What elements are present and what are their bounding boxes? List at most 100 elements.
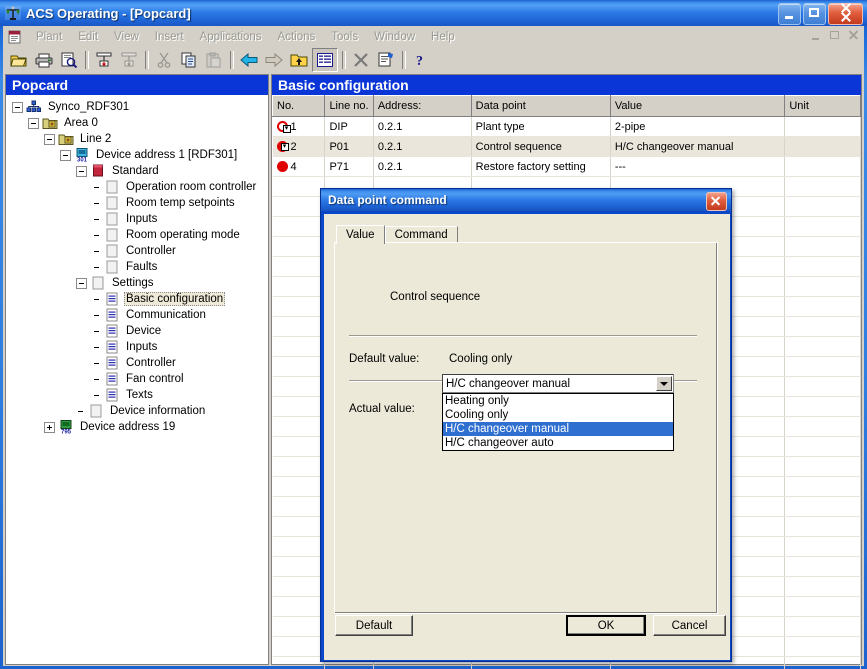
dialog-close-button[interactable]: [706, 192, 727, 211]
tree-expander-minus-icon[interactable]: [28, 117, 39, 129]
table-row[interactable]: ▾ 1 DIP 0.2.1 Plant type 2-pipe: [272, 116, 861, 137]
tree-expander-minus-icon[interactable]: [12, 101, 23, 113]
tree-expander-empty: [92, 231, 101, 240]
tree-node[interactable]: Settings: [6, 275, 268, 291]
back-icon[interactable]: [237, 49, 261, 71]
column-header-address[interactable]: Address:: [372, 95, 472, 117]
column-header-value[interactable]: Value: [609, 95, 786, 117]
help-icon[interactable]: ?: [409, 49, 433, 71]
tab-command[interactable]: Command: [384, 226, 458, 243]
tree-node[interactable]: Communication: [6, 307, 268, 323]
tree-node[interactable]: Controller: [6, 355, 268, 371]
navigation-tree[interactable]: Synco_RDF301 Area 0 Line 2 301 Device addres…: [6, 95, 268, 436]
menu-window[interactable]: Window: [366, 29, 423, 45]
datapoint-page-icon: [104, 292, 120, 306]
cell-line-no: P71: [324, 156, 374, 177]
cell-empty: [272, 316, 326, 337]
cell-empty: [784, 416, 861, 437]
properties-icon[interactable]: [374, 49, 398, 71]
column-header-unit[interactable]: Unit: [784, 95, 861, 117]
status-marker-solid-icon: ▾: [276, 140, 289, 152]
tree-node[interactable]: Line 2: [6, 131, 268, 147]
column-header-no[interactable]: No.: [271, 95, 326, 117]
paste-icon[interactable]: [202, 49, 226, 71]
table-row[interactable]: ▾ 2 P01 0.2.1 Control sequence H/C changeover…: [272, 136, 861, 157]
column-header-line-no[interactable]: Line no.: [324, 95, 374, 117]
page-icon: [104, 196, 120, 210]
tree-node[interactable]: Inputs: [6, 211, 268, 227]
menu-insert[interactable]: Insert: [147, 29, 192, 45]
cell-empty: [784, 176, 861, 197]
toolbar: ?: [3, 47, 864, 72]
cell-empty: [272, 576, 326, 597]
forward-icon[interactable]: [262, 49, 286, 71]
default-button[interactable]: Default: [335, 615, 413, 636]
download-device-icon[interactable]: [117, 49, 141, 71]
column-header-data-point[interactable]: Data point: [470, 95, 611, 117]
tree-node[interactable]: Room temp setpoints: [6, 195, 268, 211]
tree-node[interactable]: Area 0: [6, 115, 268, 131]
mdi-restore-icon[interactable]: [827, 28, 843, 43]
tree-node[interactable]: 301 Device address 1 [RDF301]: [6, 147, 268, 164]
maximize-button[interactable]: [803, 3, 826, 25]
line-folder-icon: [58, 132, 74, 146]
ok-button[interactable]: OK: [566, 615, 646, 636]
tree-node[interactable]: Fan control: [6, 371, 268, 387]
menu-tools[interactable]: Tools: [323, 29, 366, 45]
tree-node[interactable]: Room operating mode: [6, 227, 268, 243]
grid-pane-title: Basic configuration: [272, 75, 861, 95]
up-one-level-icon[interactable]: [287, 49, 311, 71]
menu-plant[interactable]: Plant: [28, 29, 70, 45]
tree-node[interactable]: Inputs: [6, 339, 268, 355]
dropdown-option[interactable]: Cooling only: [443, 408, 673, 422]
tree-expander-plus-icon[interactable]: [44, 421, 55, 433]
actual-value-dropdown-list[interactable]: Heating only Cooling only H/C changeover m…: [442, 393, 674, 451]
tree-node[interactable]: Texts: [6, 387, 268, 403]
tree-node[interactable]: Basic configuration: [6, 291, 268, 307]
tree-expander-minus-icon[interactable]: [76, 277, 87, 289]
actual-value-combobox[interactable]: H/C changeover manual: [442, 374, 674, 393]
minimize-button[interactable]: [778, 3, 801, 25]
open-icon[interactable]: [7, 49, 31, 71]
tree-node[interactable]: Operation room controller: [6, 179, 268, 195]
tab-value[interactable]: Value: [336, 225, 385, 244]
menu-actions[interactable]: Actions: [270, 29, 324, 45]
menu-view[interactable]: View: [106, 29, 147, 45]
cancel-button[interactable]: Cancel: [653, 615, 726, 636]
print-icon[interactable]: [32, 49, 56, 71]
mdi-close-icon[interactable]: [845, 28, 861, 43]
close-button[interactable]: [828, 3, 863, 25]
list-view-icon[interactable]: [312, 47, 338, 72]
datapoint-page-icon: [104, 340, 120, 354]
status-marker-hollow-icon: ▾: [276, 120, 291, 133]
tree-node[interactable]: Device: [6, 323, 268, 339]
tree-node[interactable]: Controller: [6, 243, 268, 259]
tree-expander-minus-icon[interactable]: [60, 149, 71, 161]
dropdown-option[interactable]: Heating only: [443, 394, 673, 408]
tree-node[interactable]: 795 Device address 19: [6, 419, 268, 436]
cell-empty: [784, 456, 861, 477]
cell-empty: [272, 276, 326, 297]
chevron-down-icon[interactable]: [656, 376, 672, 391]
delete-icon[interactable]: [349, 49, 373, 71]
tree-node[interactable]: Faults: [6, 259, 268, 275]
cut-icon[interactable]: [152, 49, 176, 71]
tree-expander-minus-icon[interactable]: [76, 165, 87, 177]
dropdown-option[interactable]: H/C changeover manual: [443, 422, 673, 436]
upload-device-icon[interactable]: [92, 49, 116, 71]
tree-expander-minus-icon[interactable]: [44, 133, 55, 145]
cell-unit: [784, 136, 861, 157]
copy-icon[interactable]: [177, 49, 201, 71]
menu-help[interactable]: Help: [423, 29, 463, 45]
menu-applications[interactable]: Applications: [192, 29, 270, 45]
tree-expander-empty: [92, 247, 101, 256]
table-row[interactable]: 4 P71 0.2.1 Restore factory setting ---: [272, 156, 861, 177]
tree-node[interactable]: Device information: [6, 403, 268, 419]
tree-node[interactable]: Synco_RDF301: [6, 99, 268, 115]
tree-node[interactable]: Standard: [6, 163, 268, 179]
mdi-minimize-icon[interactable]: [809, 28, 825, 43]
cell-address: 0.2.1: [373, 136, 472, 157]
dropdown-option[interactable]: H/C changeover auto: [443, 436, 673, 450]
print-preview-icon[interactable]: [57, 49, 81, 71]
menu-edit[interactable]: Edit: [70, 29, 106, 45]
